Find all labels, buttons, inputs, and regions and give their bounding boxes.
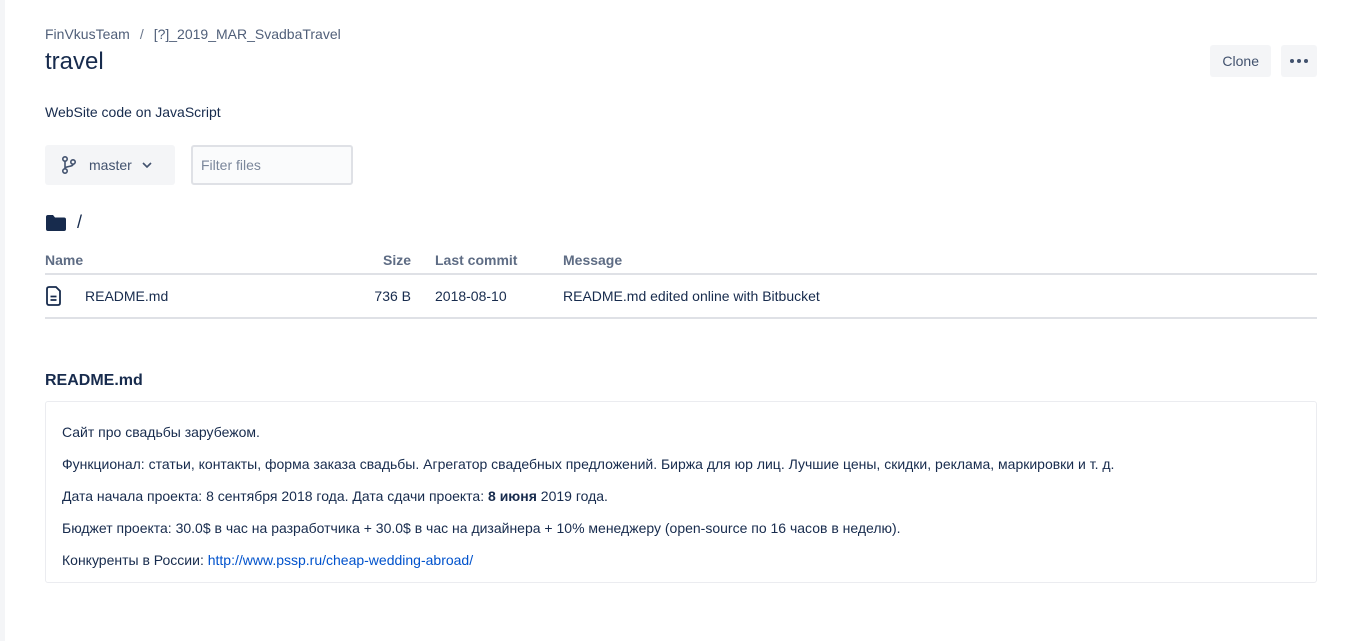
readme-line: Сайт про свадьбы зарубежом. (62, 424, 260, 440)
file-size-cell: 736 B (355, 274, 435, 319)
column-header-last-commit[interactable]: Last commit (435, 246, 563, 275)
current-path: / (45, 212, 82, 233)
readme-bold-date: 8 июня (488, 488, 537, 504)
readme-line: Бюджет проекта: 30.0$ в час на разработч… (62, 520, 901, 536)
branch-label: master (89, 157, 132, 173)
column-header-size[interactable]: Size (355, 246, 435, 275)
table-row[interactable]: README.md 736 B 2018-08-10 README.md edi… (45, 274, 1317, 319)
repo-page: FinVkusTeam / [?]_2019_MAR_SvadbaTravel … (5, 0, 1360, 641)
files-table-header: Name Size Last commit Message (45, 246, 1317, 275)
readme-line: Дата начала проекта: 8 сентября 2018 год… (62, 486, 1300, 506)
branch-selector[interactable]: master (45, 145, 175, 185)
more-horizontal-icon (1290, 59, 1308, 63)
clone-button[interactable]: Clone (1210, 45, 1271, 77)
breadcrumb-separator: / (139, 26, 144, 42)
breadcrumb-team-link[interactable]: FinVkusTeam (45, 26, 130, 42)
repo-description: WebSite code on JavaScript (45, 104, 221, 120)
more-actions-button[interactable] (1281, 45, 1317, 77)
branch-icon (62, 156, 77, 174)
path-root[interactable]: / (77, 212, 82, 233)
competitor-link[interactable]: http://www.pssp.ru/cheap-wedding-abroad/ (208, 552, 473, 568)
readme-line: Конкуренты в России: http://www.pssp.ru/… (62, 550, 1300, 570)
column-header-name[interactable]: Name (45, 246, 355, 275)
breadcrumb: FinVkusTeam / [?]_2019_MAR_SvadbaTravel (45, 26, 341, 42)
file-name-link[interactable]: README.md (85, 288, 168, 304)
chevron-down-icon (142, 162, 152, 168)
repo-actions: Clone (1210, 45, 1317, 77)
file-last-commit-cell: 2018-08-10 (435, 274, 563, 319)
breadcrumb-project-link[interactable]: [?]_2019_MAR_SvadbaTravel (154, 26, 341, 42)
folder-icon (46, 214, 66, 231)
readme-text: 2019 года. (536, 488, 608, 504)
readme-line: Функционал: статьи, контакты, форма зака… (62, 456, 1115, 472)
file-icon (46, 286, 61, 306)
filter-files-input[interactable] (191, 145, 353, 185)
readme-text: Конкуренты в России: (62, 552, 208, 568)
file-name-cell: README.md (45, 274, 355, 319)
repo-title: travel (45, 48, 104, 75)
readme-text: Дата начала проекта: 8 сентября 2018 год… (62, 488, 489, 504)
column-header-message[interactable]: Message (563, 246, 1317, 275)
readme-content: Сайт про свадьбы зарубежом. Функционал: … (45, 401, 1317, 583)
readme-title: README.md (45, 372, 143, 389)
file-message-cell: README.md edited online with Bitbucket (563, 274, 1317, 319)
files-table: Name Size Last commit Message README.md … (45, 246, 1317, 319)
